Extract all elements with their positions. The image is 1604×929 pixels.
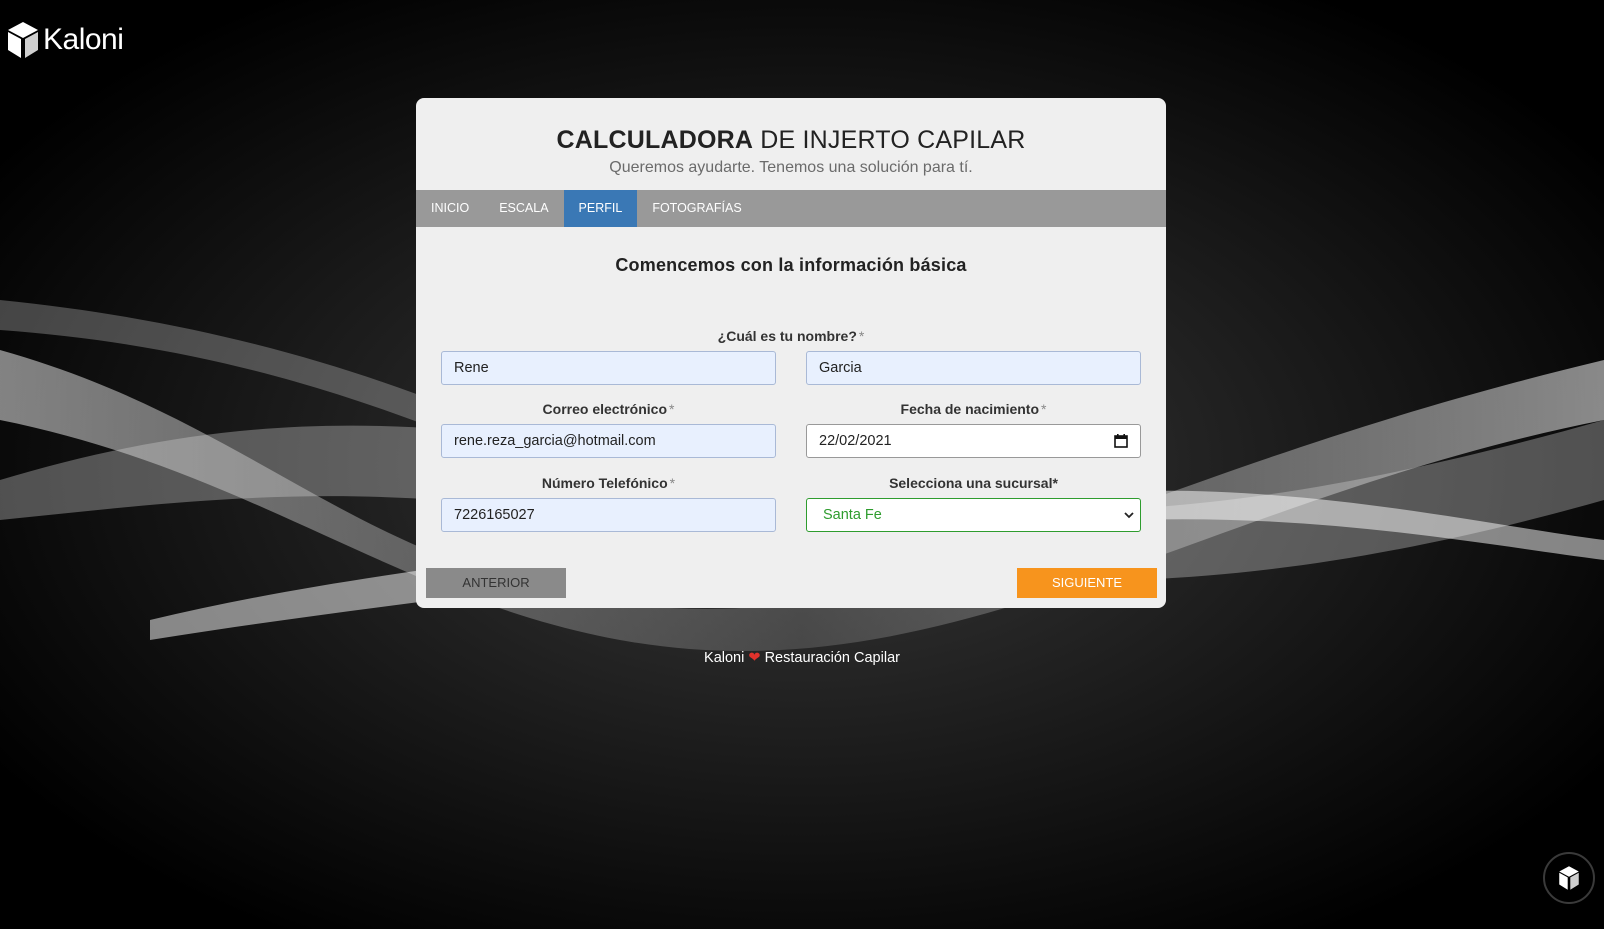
email-input[interactable]: rene.reza_garcia@hotmail.com [441,424,776,458]
birthdate-value: 22/02/2021 [819,433,892,449]
tab-escala[interactable]: ESCALA [484,190,563,227]
kaloni-logo[interactable]: Kaloni [6,20,124,60]
next-button[interactable]: SIGUIENTE [1017,568,1157,598]
page-subtitle: Queremos ayudarte. Tenemos una solución … [609,159,973,176]
last-name-input[interactable]: Garcia [806,351,1141,385]
phone-input[interactable]: 7226165027 [441,498,776,532]
page-title: CALCULADORA DE INJERTO CAPILAR [556,126,1026,154]
birthdate-label: Fecha de nacimiento * [900,401,1047,417]
tab-bar: INICIO ESCALA PERFIL FOTOGRAFÍAS [416,190,1166,227]
heart-icon: ❤ [748,650,761,666]
email-label: Correo electrónico * [542,401,675,417]
name-label: ¿Cuál es tu nombre? * [717,328,865,344]
calculator-card: CALCULADORA DE INJERTO CAPILAR Queremos … [416,98,1166,608]
first-name-input[interactable]: Rene [441,351,776,385]
previous-button[interactable]: ANTERIOR [426,568,566,598]
chevron-down-icon [1124,512,1134,519]
chat-widget-button[interactable] [1543,852,1595,904]
footer: Kaloni ❤ Restauración Capilar [0,650,1604,666]
tab-inicio[interactable]: INICIO [416,190,484,227]
tab-fotografias[interactable]: FOTOGRAFÍAS [637,190,756,227]
footer-brand: Kaloni [704,650,745,666]
birthdate-input[interactable]: 22/02/2021 [806,424,1141,458]
section-title: Comencemos con la información básica [615,255,967,275]
phone-label: Número Telefónico * [541,475,676,491]
branch-label: Selecciona una sucursal* [889,475,1058,491]
cube-logo-icon [1559,866,1579,890]
tab-perfil[interactable]: PERFIL [563,190,638,227]
branch-select[interactable]: Santa Fe [806,498,1141,532]
branch-selected-value: Santa Fe [823,507,882,523]
calendar-icon[interactable] [1114,434,1128,448]
brand-name: Kaloni [43,23,124,56]
footer-tagline: Restauración Capilar [764,650,900,666]
cube-logo-icon [8,22,38,58]
